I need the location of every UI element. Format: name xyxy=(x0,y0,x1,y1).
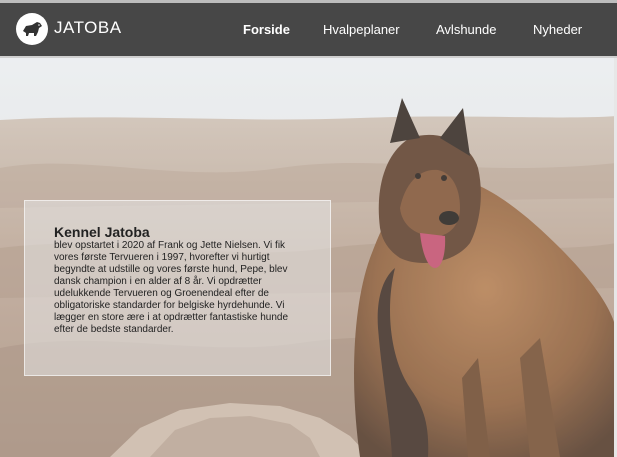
nav-nyheder[interactable]: Nyheder xyxy=(533,22,582,37)
nav-hvalpeplaner[interactable]: Hvalpeplaner xyxy=(323,22,400,37)
kennel-description: blev opstartet i 2020 af Frank og Jette … xyxy=(54,240,289,335)
brand-name[interactable]: JATOBA xyxy=(54,18,122,38)
dog-logo-icon[interactable] xyxy=(16,13,48,45)
nav-forside[interactable]: Forside xyxy=(243,22,290,37)
top-navbar: JATOBA Forside Hvalpeplaner Avlshunde Ny… xyxy=(0,0,617,58)
kennel-info-box: Kennel Jatoba blev opstartet i 2020 af F… xyxy=(24,200,331,376)
hero-banner: Kennel Jatoba blev opstartet i 2020 af F… xyxy=(0,58,617,457)
kennel-title: Kennel Jatoba xyxy=(54,224,150,240)
nav-avlshunde[interactable]: Avlshunde xyxy=(436,22,496,37)
